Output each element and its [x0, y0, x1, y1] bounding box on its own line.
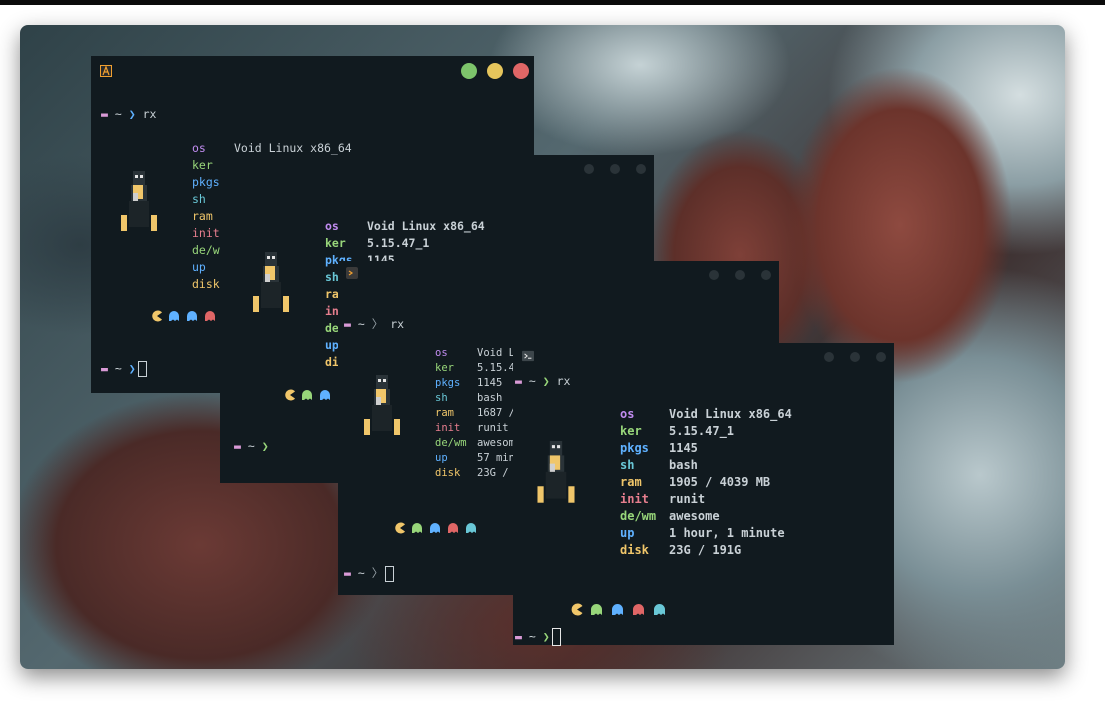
text-cursor [137, 361, 147, 377]
prompt-line[interactable]: ▬ ~ ❯ [515, 628, 561, 646]
folder-icon: ▬ [344, 566, 351, 580]
command-text: rx [390, 317, 405, 331]
prompt-line: ▬ ~ ❯ rx [515, 374, 571, 388]
close-button[interactable] [513, 63, 529, 79]
window-button[interactable] [876, 352, 886, 362]
maximize-button[interactable] [461, 63, 477, 79]
pacman-ghost-row [152, 310, 215, 322]
os-value: Void Linux x86_64 [234, 141, 352, 155]
penguin-ascii-art [537, 441, 575, 503]
terminal-window-4[interactable]: ▬ ~ ❯ rx os Void Linux x86_64 ker 5.15.4… [513, 343, 894, 646]
prompt-line[interactable]: ▬ ~ 〉 [344, 565, 395, 582]
folder-icon: ▬ [234, 439, 241, 453]
window-button[interactable] [610, 164, 620, 174]
window-button[interactable] [761, 270, 771, 280]
penguin-ascii-art [364, 375, 400, 435]
folder-icon: ▬ [101, 361, 108, 376]
penguin-ascii-art [121, 171, 157, 231]
folder-icon: ▬ [101, 107, 108, 121]
terminal-app-icon [346, 267, 358, 279]
prompt-line: ▬ ~ ❯ rx [101, 107, 157, 121]
command-text: rx [556, 374, 571, 388]
terminal-app-icon [522, 350, 534, 362]
text-cursor [551, 628, 561, 646]
command-text: rx [142, 107, 157, 121]
window-button[interactable] [636, 164, 646, 174]
desktop-wallpaper: ▬ ~ ❯ rx os Void Linux x86_64 ker pkgs s… [20, 25, 1065, 669]
prompt-line[interactable]: ▬ ~ ❯ [234, 439, 269, 453]
pacman-ghost-row [285, 389, 330, 401]
window-button[interactable] [735, 270, 745, 280]
top-bar [0, 0, 1105, 5]
window-button[interactable] [584, 164, 594, 174]
alacritty-icon [100, 65, 112, 77]
prompt-line[interactable]: ▬ ~ ❯ [101, 361, 147, 377]
prompt-line: ▬ ~ 〉 rx [344, 317, 405, 331]
pacman-ghost-row [395, 522, 476, 534]
pacman-ghost-row [571, 603, 665, 616]
window-button[interactable] [850, 352, 860, 362]
window-button[interactable] [824, 352, 834, 362]
penguin-ascii-art [253, 252, 289, 312]
text-cursor [385, 565, 395, 582]
window-button[interactable] [709, 270, 719, 280]
folder-icon: ▬ [344, 317, 351, 331]
minimize-button[interactable] [487, 63, 503, 79]
folder-icon: ▬ [515, 629, 522, 644]
folder-icon: ▬ [515, 374, 522, 388]
